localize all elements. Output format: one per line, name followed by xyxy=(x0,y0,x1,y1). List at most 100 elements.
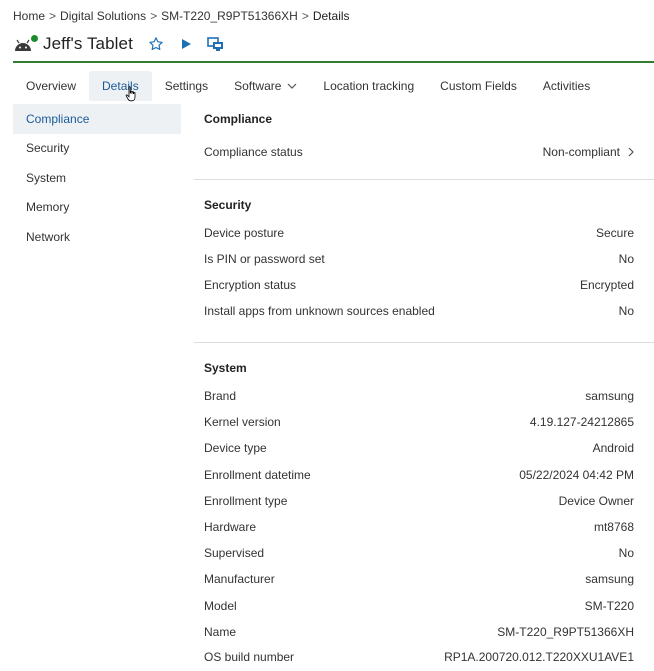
section-title: System xyxy=(204,361,247,375)
details-content: Compliance Compliance status Non-complia… xyxy=(194,104,654,669)
play-icon xyxy=(181,39,191,49)
brand-row: Brand samsung xyxy=(194,383,654,409)
tab-custom-fields[interactable]: Custom Fields xyxy=(427,71,530,101)
sidebar-item-system[interactable]: System xyxy=(13,163,181,193)
enrollment-datetime-row: Enrollment datetime 05/22/2024 04:42 PM xyxy=(194,462,654,488)
row-label: Encryption status xyxy=(204,278,297,292)
play-button[interactable] xyxy=(175,33,197,55)
row-value: Encrypted xyxy=(579,278,634,292)
breadcrumb-device[interactable]: SM-T220_R9PT51366XH xyxy=(161,9,298,23)
row-value: SM-T220 xyxy=(584,598,634,613)
breadcrumb-home[interactable]: Home xyxy=(13,9,45,23)
row-value-wrap: Non-compliant xyxy=(543,145,634,159)
manufacturer-row: Manufacturer samsung xyxy=(194,566,654,592)
enrollment-type-row: Enrollment type Device Owner xyxy=(194,488,654,514)
device-posture-row: Device posture Secure xyxy=(194,220,654,246)
row-value: mt8768 xyxy=(593,520,634,535)
row-value: RP1A.200720.012.T220XXU1AVE1 xyxy=(444,649,634,664)
chevron-right-icon xyxy=(628,147,634,157)
system-section: System Brand samsung Kernel version 4.19… xyxy=(194,343,654,669)
tab-label: Custom Fields xyxy=(440,79,517,93)
pin-set-row: Is PIN or password set No xyxy=(194,246,654,272)
tab-overview[interactable]: Overview xyxy=(13,71,89,101)
row-label: Supervised xyxy=(204,546,265,561)
android-icon xyxy=(13,34,39,54)
security-section: Security Device posture Secure Is PIN or… xyxy=(194,180,654,343)
row-value: samsung xyxy=(585,572,634,587)
tab-label: Location tracking xyxy=(323,79,415,93)
page-header: Jeff's Tablet xyxy=(13,30,235,58)
os-build-number-row: OS build number RP1A.200720.012.T220XXU1… xyxy=(194,645,654,669)
kernel-version-row: Kernel version 4.19.127-24212865 xyxy=(194,409,654,435)
unknown-sources-row: Install apps from unknown sources enable… xyxy=(194,298,654,324)
encryption-status-row: Encryption status Encrypted xyxy=(194,272,654,298)
row-label: Device type xyxy=(204,441,267,456)
breadcrumb-separator: > xyxy=(150,9,158,23)
sidebar-item-memory[interactable]: Memory xyxy=(13,193,181,223)
tab-details[interactable]: Details xyxy=(89,71,152,101)
tab-bar: Overview Details Settings Software Locat… xyxy=(13,71,603,101)
breadcrumb-separator: > xyxy=(49,9,57,23)
chevron-down-icon xyxy=(287,83,297,89)
page-title: Jeff's Tablet xyxy=(43,34,133,53)
row-value: 4.19.127-24212865 xyxy=(529,415,634,430)
compliance-section: Compliance Compliance status Non-complia… xyxy=(194,104,654,180)
tab-label: Activities xyxy=(542,79,591,93)
tab-activities[interactable]: Activities xyxy=(530,71,603,101)
tab-label: Settings xyxy=(164,79,209,93)
star-icon xyxy=(149,37,163,51)
row-label: Name xyxy=(204,624,237,639)
remote-control-button[interactable] xyxy=(205,33,227,55)
row-label: OS build number xyxy=(204,649,295,664)
favorite-button[interactable] xyxy=(145,33,167,55)
sidebar-item-label: System xyxy=(26,170,67,185)
hand-cursor-icon xyxy=(125,86,138,105)
sidebar-item-label: Network xyxy=(26,229,71,244)
row-value: No xyxy=(618,304,634,318)
row-label: Device posture xyxy=(204,226,285,240)
row-value: Secure xyxy=(595,226,634,240)
row-value: samsung xyxy=(585,389,634,404)
remote-screen-icon xyxy=(207,36,224,51)
row-label: Install apps from unknown sources enable… xyxy=(204,304,435,318)
breadcrumb-organization[interactable]: Digital Solutions xyxy=(60,9,146,23)
row-label: Model xyxy=(204,598,237,613)
sidebar-item-compliance[interactable]: Compliance xyxy=(13,104,181,134)
row-label: Compliance status xyxy=(204,145,303,159)
row-label: Manufacturer xyxy=(204,572,275,587)
tab-settings[interactable]: Settings xyxy=(152,71,221,101)
section-title: Compliance xyxy=(204,112,273,126)
online-status-dot xyxy=(30,34,39,43)
breadcrumb-current: Details xyxy=(312,9,350,23)
row-label: Is PIN or password set xyxy=(204,252,325,266)
sidebar-item-security[interactable]: Security xyxy=(13,134,181,164)
row-label: Hardware xyxy=(204,520,257,535)
hardware-row: Hardware mt8768 xyxy=(194,514,654,540)
section-title: Security xyxy=(204,198,252,212)
breadcrumb-separator: > xyxy=(301,9,309,23)
row-value: 05/22/2024 04:42 PM xyxy=(519,467,634,482)
row-label: Enrollment datetime xyxy=(204,467,311,482)
compliance-status-value: Non-compliant xyxy=(542,145,620,159)
row-value: No xyxy=(618,546,634,561)
device-name-row: Name SM-T220_R9PT51366XH xyxy=(194,619,654,645)
tab-label: Software xyxy=(234,79,282,93)
model-row: Model SM-T220 xyxy=(194,593,654,619)
tab-location-tracking[interactable]: Location tracking xyxy=(310,71,427,101)
tab-software[interactable]: Software xyxy=(221,71,310,101)
sidebar-item-label: Security xyxy=(26,141,70,156)
sidebar-item-label: Memory xyxy=(26,200,70,215)
supervised-row: Supervised No xyxy=(194,540,654,566)
row-label: Brand xyxy=(204,389,237,404)
sidebar-item-network[interactable]: Network xyxy=(13,222,181,252)
header-divider xyxy=(13,61,654,63)
row-label: Enrollment type xyxy=(204,493,288,508)
row-label: Kernel version xyxy=(204,415,281,430)
breadcrumb: Home > Digital Solutions > SM-T220_R9PT5… xyxy=(13,8,350,24)
tab-label: Overview xyxy=(26,79,77,93)
sidebar-item-label: Compliance xyxy=(26,111,90,126)
row-value: SM-T220_R9PT51366XH xyxy=(497,624,634,639)
row-value: Device Owner xyxy=(558,493,634,508)
compliance-status-row[interactable]: Compliance status Non-compliant xyxy=(194,134,654,170)
row-value: Android xyxy=(592,441,634,456)
